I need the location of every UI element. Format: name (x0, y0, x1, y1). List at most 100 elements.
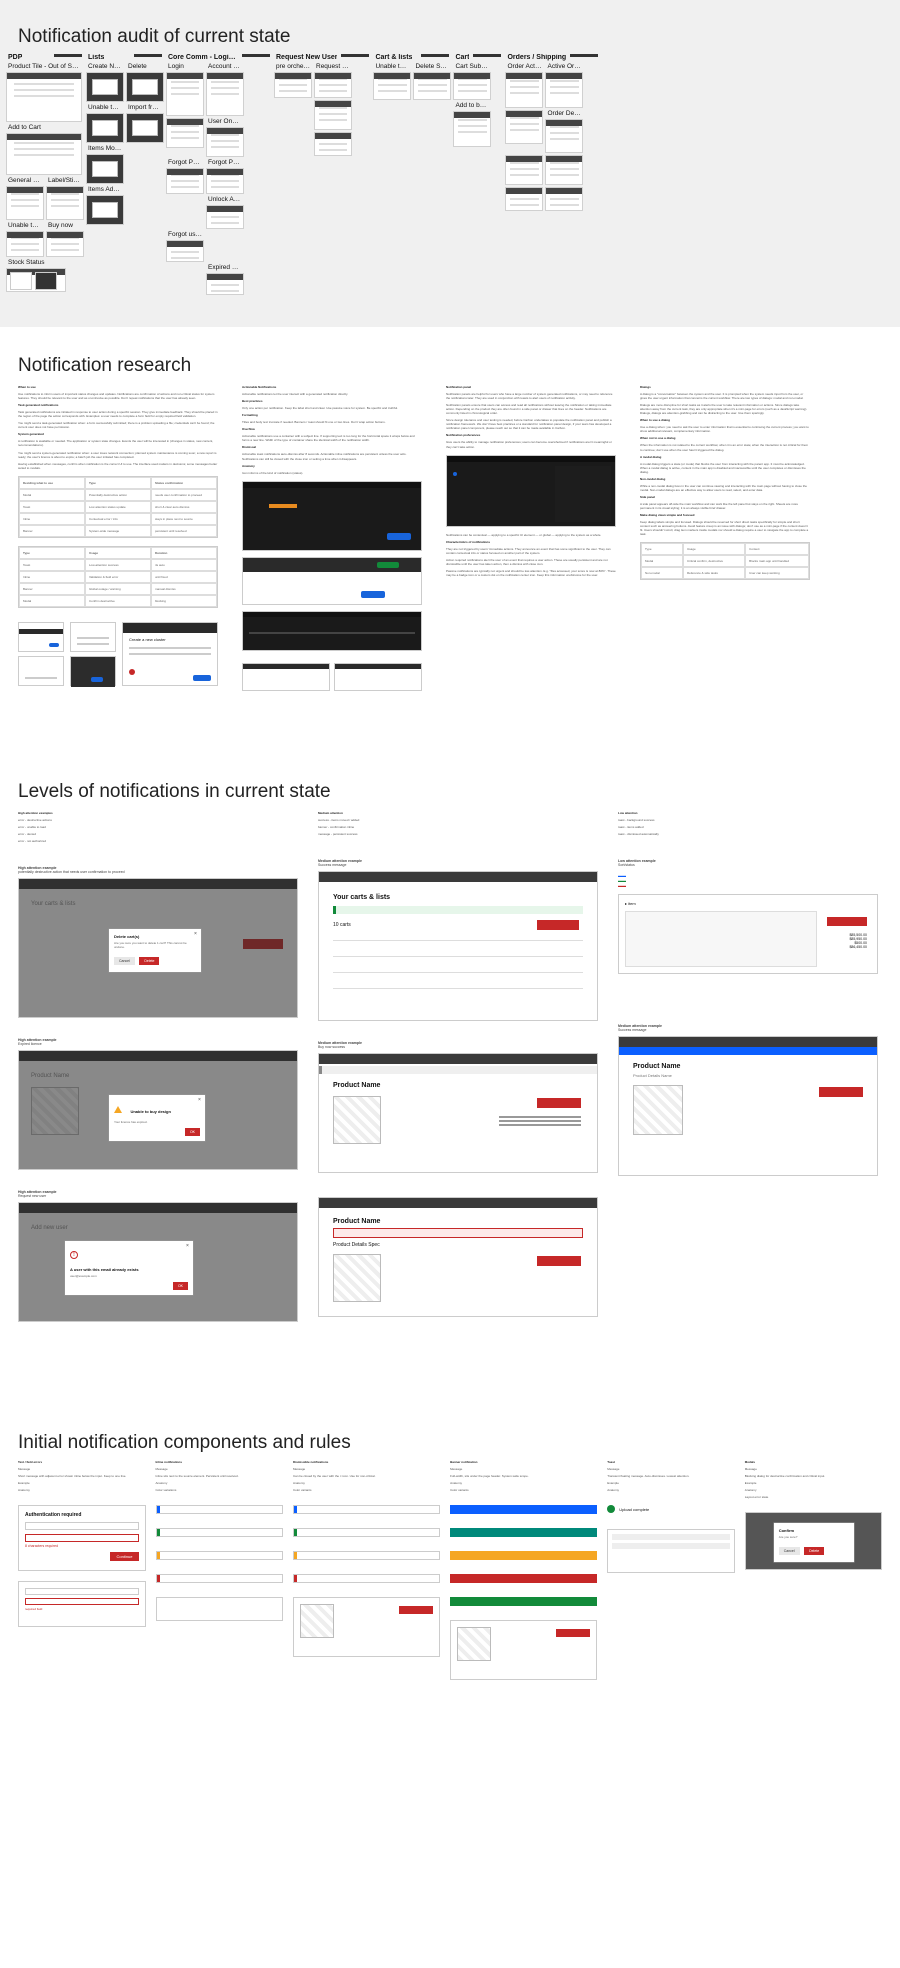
cancel-button[interactable]: Cancel (779, 1547, 800, 1555)
screenshot-thumb[interactable] (126, 72, 164, 102)
levels-col-low: Low attention toast - background success… (618, 811, 878, 1322)
delete-button[interactable]: Delete (139, 957, 159, 965)
header-mock (242, 557, 422, 605)
screenshot-thumb[interactable] (46, 231, 84, 257)
audit-column: Orders / ShippingOrder ActivityActive Or… (505, 54, 600, 297)
screenshot-thumb[interactable] (6, 186, 44, 220)
create-cluster-mock: Create a new cluster (122, 622, 218, 686)
screenshot-thumb[interactable] (545, 155, 583, 185)
low-ex-1: Low attention example Sort/status ▬▬ ▬▬ … (618, 859, 878, 974)
screenshot-thumb[interactable] (6, 133, 82, 175)
audit-section: Notification audit of current state PDPP… (0, 0, 900, 327)
row-mocks (242, 657, 422, 691)
decision-table: Deciding what to useTypeStatus confirmat… (18, 476, 218, 538)
screenshot-thumb[interactable] (314, 72, 352, 98)
screenshot-thumb[interactable] (274, 72, 312, 98)
audit-column: Cart & listsUnable to loadDelete Succ... (373, 54, 451, 297)
research-text-3: Notification panel Notification panels a… (446, 385, 616, 449)
screenshot-thumb[interactable] (166, 168, 204, 194)
panel-dark-mock (446, 455, 616, 527)
confirm-button[interactable]: Delete (804, 1547, 824, 1555)
high-head: High attention examples error - destruct… (18, 811, 298, 846)
dialog-table: TypeUsageContext ModalCritical confirm, … (640, 542, 810, 580)
close-icon[interactable]: × (194, 932, 198, 936)
screenshot-thumb[interactable] (206, 72, 244, 116)
components-grid: Text / field errors MessageShort message… (18, 1460, 882, 1680)
screenshot-thumb[interactable] (86, 195, 124, 225)
research-title: Notification research (18, 339, 882, 377)
med-head: Medium attention success - items moved /… (318, 811, 598, 839)
toolbar-mock (242, 611, 422, 651)
screenshot-thumb[interactable] (505, 187, 543, 211)
success-icon (607, 1505, 615, 1513)
med-ex-3: Product Name Product Details Spec (318, 1193, 598, 1317)
med-ex-2: Medium attention example Buy now success… (318, 1041, 598, 1173)
screenshot-thumb[interactable] (166, 72, 204, 116)
screenshot-thumb[interactable] (453, 111, 491, 147)
comp-col-dismissible: Dismissible notifications MessageCan be … (293, 1460, 440, 1680)
cancel-button[interactable]: Cancel (114, 957, 135, 965)
screenshot-thumb[interactable] (6, 72, 82, 122)
screenshot-thumb[interactable] (413, 72, 451, 100)
research-col-2: Actionable Notifications Actionable noti… (242, 385, 422, 691)
research-text-3b: Notifications can be contextual — applyi… (446, 533, 616, 577)
warning-icon (114, 1106, 122, 1113)
screenshot-thumb[interactable] (86, 72, 124, 102)
audit-column: Core Comm - Login - Auth - ReskinLoginAc… (166, 54, 272, 297)
close-icon[interactable]: × (198, 1098, 202, 1102)
comp-col-text-errors: Text / field errors MessageShort message… (18, 1460, 146, 1680)
audit-title: Notification audit of current state (0, 10, 900, 48)
usage-table: TypeUsageDurationToastLow-attention succ… (18, 546, 218, 608)
screenshot-thumb[interactable] (86, 113, 124, 143)
close-icon[interactable]: × (186, 1244, 190, 1248)
dark-editor-mock (242, 481, 422, 551)
comp-col-modals: Modals MessageBlocking dialog for destru… (745, 1460, 882, 1680)
screenshot-thumb[interactable] (46, 186, 84, 220)
research-thumb-row: Create a new cluster (18, 616, 218, 686)
screenshot-thumb[interactable] (314, 132, 352, 156)
error-icon (70, 1251, 78, 1259)
high-ex-2: High attention example Expired licence P… (18, 1038, 298, 1170)
research-section: Notification research When to use Use no… (0, 327, 900, 751)
research-col-3: Notification panel Notification panels a… (446, 385, 616, 691)
screenshot-thumb[interactable] (206, 168, 244, 194)
screenshot-thumb[interactable] (206, 127, 244, 157)
screenshot-thumb[interactable] (545, 72, 583, 108)
thumb (70, 616, 116, 686)
screenshot-thumb[interactable] (206, 273, 244, 295)
screenshot-thumb[interactable] (453, 72, 491, 100)
audit-column: ListsCreate New...DeleteUnable to Lo...I… (86, 54, 164, 297)
comp-col-banner: Banner notification MessageFull-width, s… (450, 1460, 597, 1680)
low-ex-2: Medium attention example Success message… (618, 1024, 878, 1176)
screenshot-thumb[interactable] (166, 240, 204, 262)
screenshot-thumb[interactable] (545, 187, 583, 211)
screenshot-thumb[interactable] (314, 100, 352, 130)
high-ex-3: High attention example Request new user … (18, 1190, 298, 1322)
audit-column: PDPProduct Tile - Out of STockAdd to Car… (6, 54, 84, 297)
levels-col-med: Medium attention success - items moved /… (318, 811, 598, 1322)
components-section: Initial notification components and rule… (0, 1402, 900, 1740)
screenshot-thumb[interactable] (86, 154, 124, 184)
screenshot-thumb[interactable] (545, 119, 583, 153)
screenshot-thumb[interactable] (6, 231, 44, 257)
ok-button[interactable]: OK (173, 1282, 188, 1290)
screenshot-thumb[interactable] (206, 205, 244, 229)
audit-columns: PDPProduct Tile - Out of STockAdd to Car… (0, 54, 900, 297)
screenshot-thumb[interactable] (373, 72, 411, 100)
ok-button[interactable]: OK (185, 1128, 200, 1136)
med-ex-1: Medium attention example Success message… (318, 859, 598, 1021)
low-head: Low attention toast - background success… (618, 811, 878, 839)
screenshot-thumb[interactable] (505, 155, 543, 185)
screenshot-thumb[interactable] (166, 118, 204, 148)
levels-section: Levels of notifications in current state… (0, 751, 900, 1402)
research-grid: When to use Use notifications to inform … (18, 385, 882, 691)
screenshot-thumb[interactable] (6, 268, 66, 292)
audit-column: CartCart Submitt...Add to back... (453, 54, 503, 297)
components-title: Initial notification components and rule… (18, 1416, 882, 1454)
continue-button[interactable]: Continue (110, 1552, 138, 1561)
research-col-1: When to use Use notifications to inform … (18, 385, 218, 691)
screenshot-thumb[interactable] (505, 110, 543, 144)
screenshot-thumb[interactable] (126, 113, 164, 143)
audit-column: Request New Userpre orchestr...Request N… (274, 54, 371, 297)
screenshot-thumb[interactable] (505, 72, 543, 108)
